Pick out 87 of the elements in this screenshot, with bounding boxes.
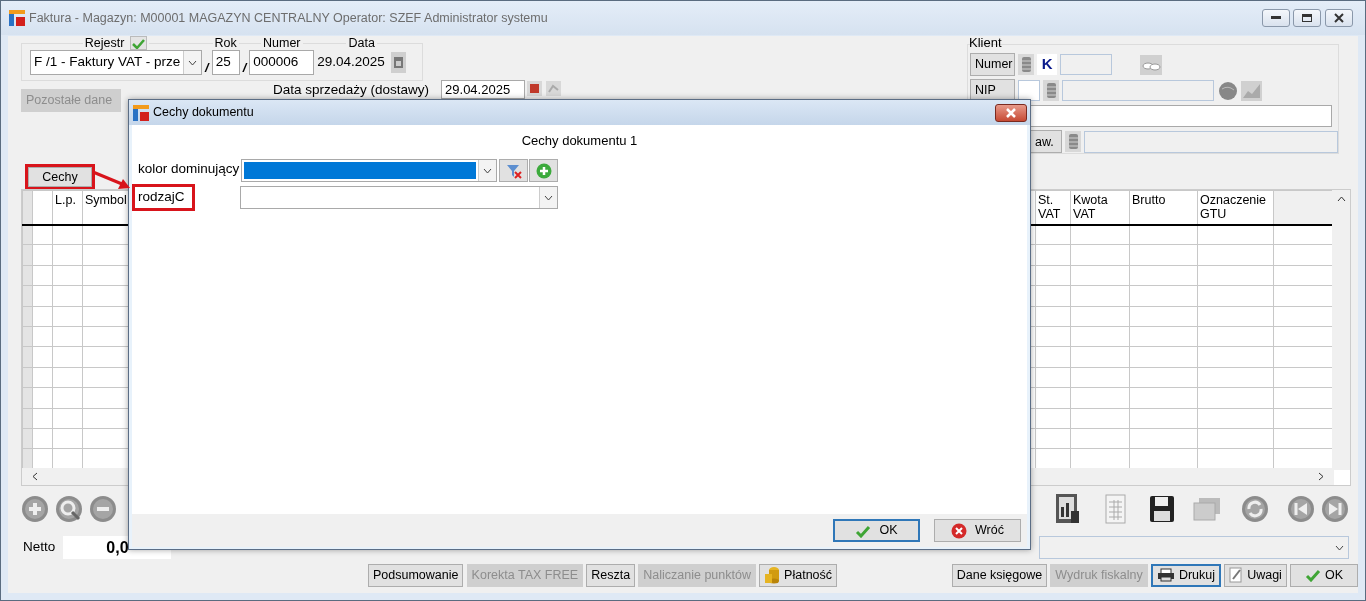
close-button[interactable] <box>994 103 1027 122</box>
separator: / <box>205 59 209 77</box>
dropdown[interactable] <box>241 159 497 182</box>
globe-icon[interactable] <box>1217 80 1238 101</box>
logo-icon <box>9 10 25 26</box>
scroll-left-icon[interactable] <box>32 472 38 481</box>
column-header: Kwota VAT <box>1070 190 1130 225</box>
button[interactable]: Podsumowanie <box>368 563 464 587</box>
add-icon[interactable] <box>21 495 49 523</box>
save-icon[interactable] <box>1149 495 1175 523</box>
spreadsheet-icon[interactable] <box>1105 494 1127 524</box>
group-title: Klient <box>969 36 1003 50</box>
separator: / <box>242 59 247 77</box>
caret-icon <box>1335 544 1344 551</box>
button[interactable]: Reszta <box>586 563 636 587</box>
caret-icon <box>188 59 197 66</box>
close-icon <box>1333 13 1344 23</box>
previous-icon[interactable] <box>1287 495 1315 523</box>
date-field[interactable]: 29.04.2025 <box>441 80 526 99</box>
dialog-title: Cechy dokumentu <box>153 104 254 122</box>
field-label: K <box>1037 54 1058 75</box>
maximize-icon <box>1302 14 1313 22</box>
minimize-icon <box>1271 16 1282 20</box>
binder-icon <box>1043 80 1060 102</box>
register-dropdown[interactable]: F /1 - Faktury VAT - prze <box>30 50 202 75</box>
coins-icon <box>764 566 781 584</box>
column-header: Brutto <box>1129 190 1198 225</box>
text-field[interactable] <box>1018 80 1041 102</box>
checkbox[interactable] <box>130 36 148 50</box>
caret-icon <box>544 194 553 201</box>
field-label: Rejestr <box>84 36 125 50</box>
field-label: Data <box>348 36 375 50</box>
button[interactable]: OK <box>1290 563 1358 587</box>
note-icon <box>1229 567 1244 583</box>
text-field[interactable] <box>1062 80 1215 102</box>
field-label: rodzajC <box>138 189 185 204</box>
minimize-button[interactable] <box>1262 9 1291 27</box>
glasses-icon[interactable] <box>1139 54 1162 75</box>
windows-icon[interactable] <box>1193 497 1221 521</box>
column-header: St. VAT <box>1035 190 1071 225</box>
maximize-button[interactable] <box>1293 9 1322 27</box>
next-icon[interactable] <box>1321 495 1349 523</box>
check-icon <box>1304 568 1321 582</box>
remove-icon[interactable] <box>89 495 117 523</box>
button[interactable]: OK <box>833 519 920 542</box>
field-label: kolor dominujący <box>138 161 240 176</box>
year-field[interactable]: 25 <box>211 50 240 75</box>
plus-icon <box>535 162 552 179</box>
funnel-icon <box>505 162 522 179</box>
printer-icon <box>1156 568 1175 582</box>
map-icon[interactable] <box>1240 80 1262 101</box>
logo-icon <box>133 104 149 121</box>
field-label: Netto <box>23 538 56 557</box>
column-header: L.p. <box>52 190 83 225</box>
add-button[interactable] <box>529 159 558 182</box>
binder-icon <box>1018 54 1035 75</box>
window-title: Faktura - Magazyn: M00001 MAGAZYN CENTRALNY Operator: SZEF Administrator systemu <box>29 9 548 27</box>
text-field[interactable] <box>1084 130 1338 153</box>
scroll-right-icon[interactable] <box>1318 472 1324 481</box>
text-field[interactable] <box>1030 105 1332 128</box>
number-field[interactable]: 000006 <box>249 50 315 75</box>
scroll-up-icon[interactable] <box>1336 196 1346 202</box>
search-icon[interactable] <box>55 495 83 523</box>
check-icon <box>855 523 872 538</box>
cancel-icon <box>951 522 968 539</box>
refresh-icon[interactable] <box>1241 495 1269 523</box>
filter-button[interactable] <box>499 159 528 182</box>
date-text: 29.04.2025 <box>317 53 385 72</box>
field-label: Data sprzedaży (dostawy) <box>273 82 430 97</box>
chart-document-icon[interactable] <box>1055 493 1081 525</box>
button[interactable]: Cechy <box>28 167 92 187</box>
text-field[interactable] <box>1060 54 1113 75</box>
button[interactable]: Drukuj <box>1150 563 1221 587</box>
button[interactable]: Wróć <box>934 519 1021 542</box>
button[interactable]: Numer <box>970 53 1015 76</box>
button[interactable]: Dane księgowe <box>951 563 1048 587</box>
button[interactable]: Uwagi <box>1224 563 1287 587</box>
close-button[interactable] <box>1324 9 1353 27</box>
button[interactable]: aw. <box>1030 130 1062 154</box>
field-label: Rok <box>214 36 237 50</box>
check-icon <box>132 37 146 49</box>
field-label: Numer <box>263 36 301 50</box>
close-icon <box>1005 107 1016 118</box>
dialog-heading: Cechy dokumentu 1 <box>521 133 638 148</box>
dropdown[interactable] <box>240 186 558 209</box>
caret-icon <box>483 167 492 174</box>
button[interactable]: Płatność <box>759 563 838 587</box>
